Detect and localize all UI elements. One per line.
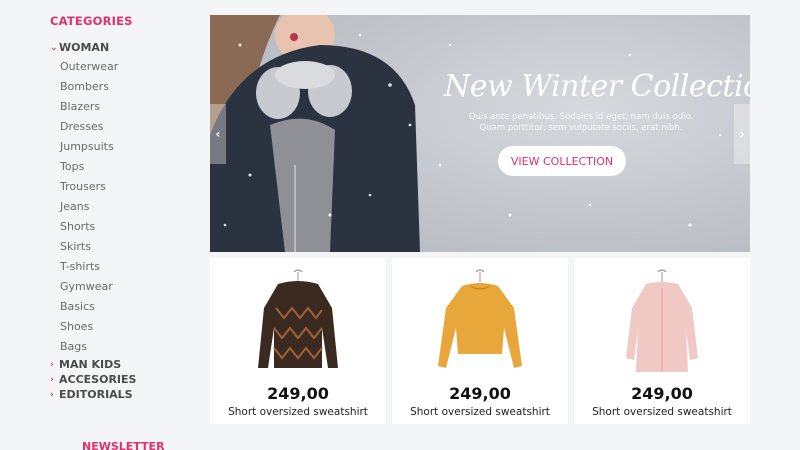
chevron-right-icon: › xyxy=(50,389,54,400)
subcategory-shoes[interactable]: Shoes xyxy=(50,317,200,337)
subcategory-shorts[interactable]: Shorts xyxy=(50,217,200,237)
product-card[interactable]: 249,00 Short oversized sweatshirt xyxy=(392,258,568,424)
chevron-down-icon: ⌄ xyxy=(50,42,58,53)
subcategory-bombers[interactable]: Bombers xyxy=(50,77,200,97)
view-collection-button[interactable]: VIEW COLLECTION xyxy=(498,146,626,176)
chevron-right-icon: › xyxy=(50,359,54,370)
category-woman[interactable]: ⌄ WOMAN xyxy=(50,40,200,55)
slider-prev-arrow-icon[interactable]: ‹ xyxy=(210,104,226,164)
subcategory-trousers[interactable]: Trousers xyxy=(50,177,200,197)
category-sidebar: CATEGORIES ⌄ WOMAN Outerwear Bombers Bla… xyxy=(50,14,200,402)
categories-heading: CATEGORIES xyxy=(50,14,133,28)
subcategory-tops[interactable]: Tops xyxy=(50,157,200,177)
product-name[interactable]: Short oversized sweatshirt xyxy=(392,406,568,418)
category-man-kids[interactable]: › MAN KIDS xyxy=(50,357,200,372)
category-editorials[interactable]: › EDITORIALS xyxy=(50,387,200,402)
subcategory-basics[interactable]: Basics xyxy=(50,297,200,317)
hero-banner: New Winter Collection Quis ante penatibu… xyxy=(210,15,750,252)
subcategory-dresses[interactable]: Dresses xyxy=(50,117,200,137)
product-card[interactable]: 249,00 Short oversized sweatshirt xyxy=(210,258,386,424)
product-price: 249,00 xyxy=(631,384,693,403)
category-man-kids-label: MAN KIDS xyxy=(59,358,122,371)
yellow-sweater-image xyxy=(438,269,522,368)
subcategory-jumpsuits[interactable]: Jumpsuits xyxy=(50,137,200,157)
product-name[interactable]: Short oversized sweatshirt xyxy=(210,406,386,418)
subcategory-outerwear[interactable]: Outerwear xyxy=(50,57,200,77)
subcategory-bags[interactable]: Bags xyxy=(50,337,200,357)
subcategory-gymwear[interactable]: Gymwear xyxy=(50,277,200,297)
category-accesories-label: ACCESORIES xyxy=(59,373,137,386)
product-price: 249,00 xyxy=(267,384,329,403)
hero-description: Quis ante penatibus. Sodales id eget, na… xyxy=(468,112,694,133)
hero-title: New Winter Collection xyxy=(444,69,750,104)
slider-next-arrow-icon[interactable]: › xyxy=(734,104,750,164)
product-name[interactable]: Short oversized sweatshirt xyxy=(574,406,750,418)
newsletter-heading: NEWSLETTER xyxy=(82,440,165,450)
category-accesories[interactable]: › ACCESORIES xyxy=(50,372,200,387)
subcategory-tshirts[interactable]: T-shirts xyxy=(50,257,200,277)
product-price: 249,00 xyxy=(449,384,511,403)
category-woman-label: WOMAN xyxy=(59,41,110,54)
brown-sweater-image xyxy=(258,269,338,368)
chevron-right-icon: › xyxy=(50,374,54,385)
subcategory-jeans[interactable]: Jeans xyxy=(50,197,200,217)
category-editorials-label: EDITORIALS xyxy=(59,388,133,401)
subcategory-skirts[interactable]: Skirts xyxy=(50,237,200,257)
product-card[interactable]: 249,00 Short oversized sweatshirt xyxy=(574,258,750,424)
pink-coat-image xyxy=(626,269,698,372)
subcategory-blazers[interactable]: Blazers xyxy=(50,97,200,117)
